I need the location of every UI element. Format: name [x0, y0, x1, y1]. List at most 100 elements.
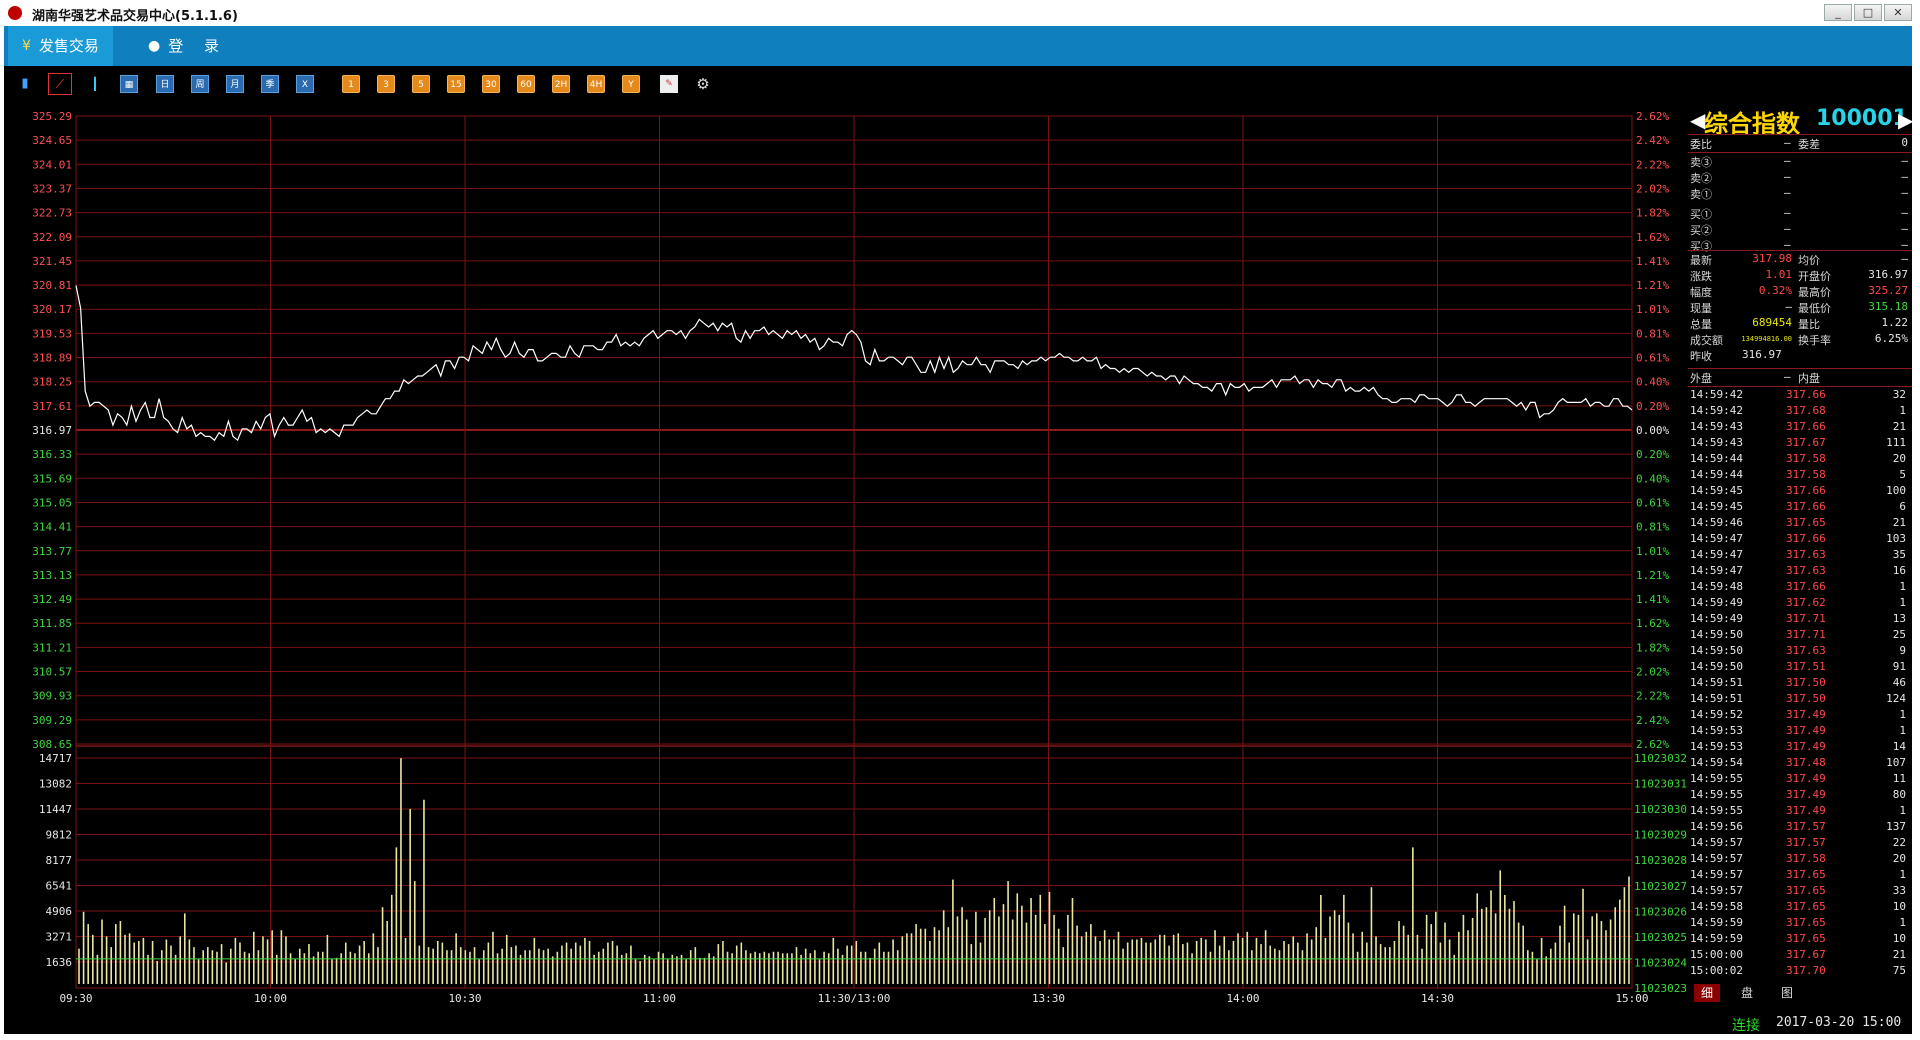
- waipan-row: 外盘 — 内盘: [1688, 370, 1912, 386]
- tick-volume: 111: [1886, 436, 1906, 449]
- stat-value: 317.98: [1752, 252, 1792, 265]
- right-volume-tick-label: 11023026: [1634, 905, 1687, 918]
- tick-price: 317.49: [1786, 724, 1826, 737]
- period-custom-button[interactable]: X: [296, 75, 314, 93]
- tick-price: 317.63: [1786, 564, 1826, 577]
- tick-row: 14:59:49 317.71 13: [1688, 612, 1912, 628]
- tick-time: 14:59:55: [1690, 772, 1743, 785]
- sell-level-row: 卖③ — —: [1688, 154, 1912, 170]
- buy-level-row: 买② — —: [1688, 222, 1912, 238]
- minimize-button[interactable]: _: [1824, 4, 1852, 21]
- tab-chart[interactable]: 图: [1774, 984, 1800, 1002]
- stat-label: 最新: [1690, 254, 1712, 267]
- tick-row: 14:59:53 317.49 14: [1688, 740, 1912, 756]
- tick-volume: 21: [1892, 948, 1906, 961]
- minute-5-button[interactable]: 5: [412, 75, 430, 93]
- stat-value: 134994816.00: [1741, 335, 1792, 343]
- tick-row: 14:59:59 317.65 1: [1688, 916, 1912, 932]
- tick-volume: 103: [1886, 532, 1906, 545]
- stat-value: 689454: [1752, 316, 1792, 329]
- tick-price: 317.66: [1786, 532, 1826, 545]
- stat-value: 316.97: [1868, 268, 1908, 281]
- tick-time: 14:59:46: [1690, 516, 1743, 529]
- time-tick-label: 09:30: [59, 992, 92, 1005]
- tick-time: 14:59:58: [1690, 900, 1743, 913]
- tab-detail[interactable]: 细: [1694, 984, 1720, 1002]
- hour-2-button[interactable]: 2H: [552, 75, 570, 93]
- stat-row: 最新 317.98 均价 —: [1688, 252, 1912, 268]
- tick-time: 14:59:54: [1690, 756, 1743, 769]
- line-chart-icon[interactable]: ⟋: [48, 73, 72, 95]
- level-label: 卖①: [1690, 188, 1712, 201]
- period-month-button[interactable]: 月: [226, 75, 244, 93]
- index-code: 100001: [1816, 106, 1908, 131]
- year-button[interactable]: Y: [622, 75, 640, 93]
- level-volume: —: [1901, 206, 1908, 219]
- level-price: —: [1784, 222, 1791, 235]
- minute-3-button[interactable]: 3: [377, 75, 395, 93]
- tick-row: 14:59:47 317.63 16: [1688, 564, 1912, 580]
- tick-price: 317.51: [1786, 660, 1826, 673]
- percent-tick-label: 2.22%: [1636, 158, 1669, 171]
- time-tick-label: 11:00: [643, 992, 676, 1005]
- tick-row: 14:59:56 317.57 137: [1688, 820, 1912, 836]
- tick-time: 14:59:47: [1690, 548, 1743, 561]
- period-day-button[interactable]: 日: [156, 75, 174, 93]
- tick-row: 14:59:42 317.66 32: [1688, 388, 1912, 404]
- chart-toolbar: ▮ ⟋ ┃ ▦ 日 周 月 季 X 1 3 5 15 30 60 2H 4H Y…: [4, 66, 1912, 103]
- minute-1-button[interactable]: 1: [342, 75, 360, 93]
- tick-row: 14:59:54 317.48 107: [1688, 756, 1912, 772]
- minute-60-button[interactable]: 60: [517, 75, 535, 93]
- sell-level-row: 卖① — —: [1688, 186, 1912, 202]
- level-label: 卖③: [1690, 156, 1712, 169]
- maximize-button[interactable]: □: [1854, 4, 1882, 21]
- stat-value: 1.01: [1765, 268, 1793, 281]
- level-price: —: [1784, 154, 1791, 167]
- tick-row: 14:59:42 317.68 1: [1688, 404, 1912, 420]
- tick-volume: 33: [1892, 884, 1906, 897]
- minute-15-button[interactable]: 15: [447, 75, 465, 93]
- menu-login[interactable]: ● 登 录: [148, 26, 227, 66]
- volume-tick-label: 13082: [39, 778, 72, 791]
- calendar-icon[interactable]: ▦: [120, 75, 138, 93]
- stat-row: 幅度 0.32% 最高价 325.27: [1688, 284, 1912, 300]
- bar-chart-icon[interactable]: ▮: [16, 75, 34, 93]
- level-price: —: [1784, 170, 1791, 183]
- tick-row: 14:59:55 317.49 80: [1688, 788, 1912, 804]
- tick-price: 317.63: [1786, 644, 1826, 657]
- next-arrow-icon[interactable]: ▶: [1898, 108, 1913, 132]
- period-season-button[interactable]: 季: [261, 75, 279, 93]
- tick-price: 317.62: [1786, 596, 1826, 609]
- candle-chart-icon[interactable]: ┃: [86, 75, 104, 93]
- tick-volume: 35: [1892, 548, 1906, 561]
- price-tick-label: 315.69: [32, 472, 72, 485]
- draw-icon[interactable]: ✎: [660, 75, 678, 93]
- tick-row: 14:59:47 317.66 103: [1688, 532, 1912, 548]
- level-volume: —: [1901, 222, 1908, 235]
- price-tick-label: 317.61: [32, 400, 72, 413]
- price-tick-label: 324.01: [32, 158, 72, 171]
- gear-icon[interactable]: ⚙: [694, 75, 712, 93]
- tick-row: 14:59:55 317.49 11: [1688, 772, 1912, 788]
- price-tick-label: 313.13: [32, 569, 72, 582]
- percent-tick-label: 1.41%: [1636, 255, 1669, 268]
- menu-bar: ¥ 发售交易 ● 登 录: [4, 26, 1912, 66]
- stat-value: 0.32%: [1758, 284, 1792, 297]
- tick-volume: 80: [1892, 788, 1906, 801]
- tick-volume: 20: [1892, 852, 1906, 865]
- stat-value: —: [1901, 252, 1908, 265]
- tick-time: 14:59:45: [1690, 500, 1743, 513]
- close-button[interactable]: ✕: [1884, 4, 1912, 21]
- period-week-button[interactable]: 周: [191, 75, 209, 93]
- price-tick-label: 315.05: [32, 496, 72, 509]
- tab-book[interactable]: 盘: [1734, 984, 1760, 1002]
- tick-row: 14:59:43 317.67 111: [1688, 436, 1912, 452]
- hour-4-button[interactable]: 4H: [587, 75, 605, 93]
- menu-sale-trade[interactable]: ¥ 发售交易: [8, 26, 113, 66]
- tick-row: 14:59:48 317.66 1: [1688, 580, 1912, 596]
- buy-level-row: 买① — —: [1688, 206, 1912, 222]
- tick-row: 14:59:46 317.65 21: [1688, 516, 1912, 532]
- tick-time: 14:59:44: [1690, 468, 1743, 481]
- minute-30-button[interactable]: 30: [482, 75, 500, 93]
- intraday-chart: 325.29 2.62% 324.65 2.42% 324.01 2.22% 323.37 2…: [32, 110, 1687, 1005]
